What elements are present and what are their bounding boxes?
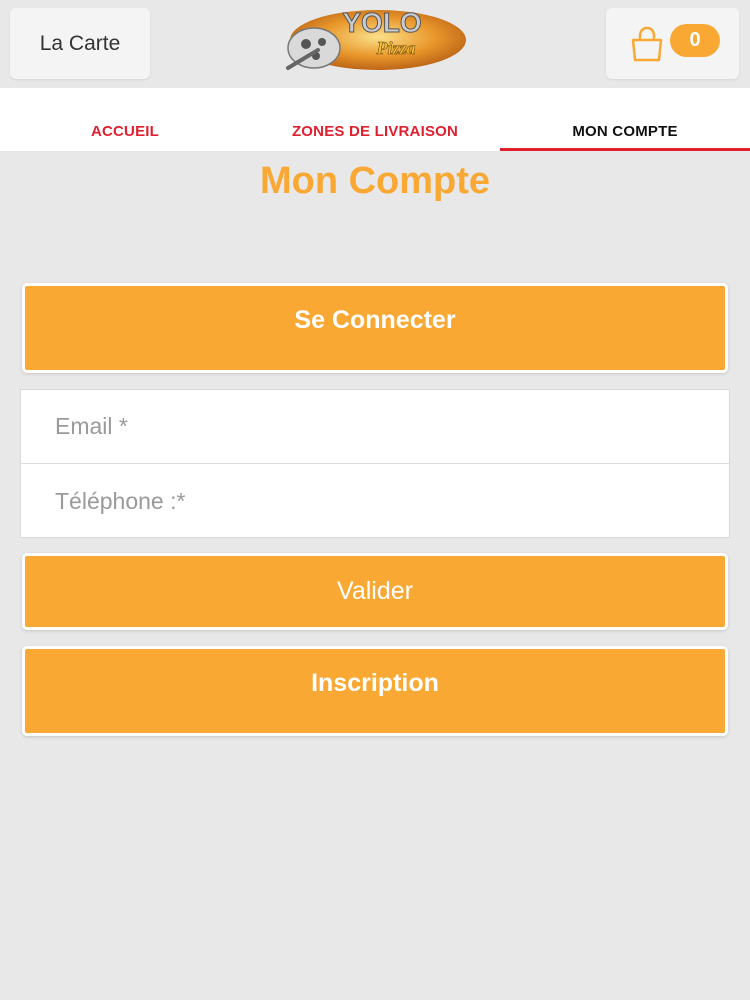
logo-main-text: YOLO xyxy=(342,7,421,38)
logo-sub-text: Pizza xyxy=(375,38,415,58)
valider-button[interactable]: Valider xyxy=(22,553,728,630)
inscription-label: Inscription xyxy=(311,669,439,697)
shopping-bag-icon xyxy=(631,26,663,62)
tab-mon-compte[interactable]: MON COMPTE xyxy=(500,88,750,151)
inscription-button[interactable]: Inscription xyxy=(22,646,728,736)
la-carte-label: La Carte xyxy=(39,31,121,55)
email-field[interactable] xyxy=(21,390,729,464)
se-connecter-label: Se Connecter xyxy=(294,306,456,334)
cart-button[interactable]: 0 xyxy=(606,8,739,79)
la-carte-button[interactable]: La Carte xyxy=(10,8,150,79)
telephone-field[interactable] xyxy=(21,464,729,538)
login-form xyxy=(20,389,730,538)
tab-zones-de-livraison[interactable]: ZONES DE LIVRAISON xyxy=(250,88,500,151)
page-title: Mon Compte xyxy=(259,160,491,202)
tab-accueil[interactable]: ACCUEIL xyxy=(0,88,250,151)
nav-tabs: ACCUEIL ZONES DE LIVRAISON MON COMPTE xyxy=(0,88,750,151)
se-connecter-button[interactable]: Se Connecter xyxy=(22,283,728,373)
app-header: La Carte YOLO Pizza 0 xyxy=(0,0,750,88)
valider-label: Valider xyxy=(337,577,413,605)
yolo-pizza-logo: YOLO Pizza xyxy=(278,2,470,78)
cart-count-badge: 0 xyxy=(670,24,720,57)
